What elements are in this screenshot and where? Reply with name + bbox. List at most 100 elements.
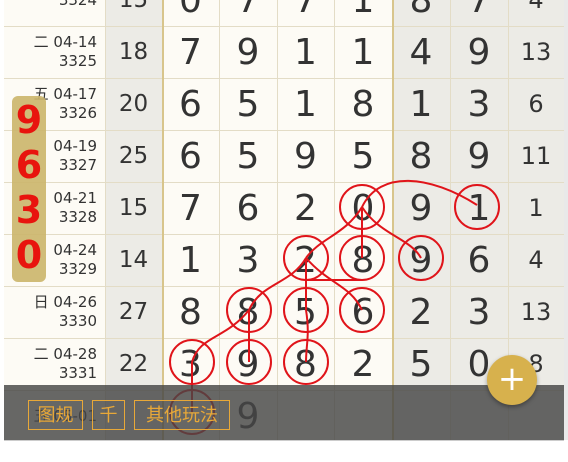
sum-cell: 22 [105, 338, 162, 390]
row-divider [4, 78, 564, 79]
number-cell: 2 [294, 239, 317, 281]
last-value-cell: 4 [508, 0, 564, 26]
number-cell: 8 [294, 343, 317, 385]
sum-cell: 25 [105, 130, 162, 182]
row-issue: 3329 [58, 260, 97, 278]
row-divider [4, 286, 564, 287]
table-row: 二 04-14 3325 18 7 9 1 1 4 9 13 [4, 26, 564, 78]
number-cell: 5 [351, 135, 375, 177]
lottery-trend-grid: 3324150771874二 04-1433251879114913五 04-1… [4, 0, 564, 440]
number-cell: 3 [236, 239, 260, 281]
number-cell: 5 [236, 135, 260, 177]
number-cell: 7 [450, 0, 508, 26]
date-cell: 日 04-26 3330 [4, 286, 105, 338]
add-fab-button[interactable]: + [487, 355, 537, 405]
last-value-cell: 13 [508, 286, 564, 338]
right-edge [564, 0, 568, 440]
number-cell: 2 [392, 286, 450, 338]
number-cell: 2 [351, 343, 375, 385]
table-row: 五 04-17 3326 20 6 5 1 8 1 3 6 [4, 78, 564, 130]
number-cell: 0 [351, 187, 375, 229]
row-date: 二 04-28 [33, 345, 97, 363]
number-cell: 7 [294, 0, 317, 21]
row-issue: 3330 [58, 312, 97, 330]
number-cell: 7 [179, 31, 202, 73]
number-cell: 6 [450, 234, 508, 286]
date-cell: 二 04-28 3331 [4, 338, 105, 390]
row-divider [4, 182, 564, 183]
row-date: 日 04-26 [33, 293, 97, 311]
number-cell: 4 [392, 26, 450, 78]
number-cell: 6 [236, 187, 260, 229]
side-digit-2: 6 [15, 143, 43, 187]
column-divider-gold [392, 0, 394, 440]
row-issue: 3327 [58, 156, 97, 174]
column-divider [450, 0, 451, 440]
row-date: 04-24 [53, 241, 97, 259]
number-cell: 9 [392, 182, 450, 234]
table-row: 日 04-26 3330 27 8 8 5 6 2 3 13 [4, 286, 564, 338]
column-divider-gold [162, 0, 164, 440]
table-row: 二 04-28 3331 22 3 9 8 2 5 0 8 [4, 338, 564, 390]
row-issue: 3326 [58, 104, 97, 122]
sum-cell: 20 [105, 78, 162, 130]
row-date: 04-19 [53, 137, 97, 155]
thousand-button[interactable]: 千 [92, 400, 125, 430]
sum-cell: 15 [105, 182, 162, 234]
column-divider [277, 0, 278, 440]
number-cell: 8 [351, 239, 375, 281]
bottom-toolbar: 图规 千 其他玩法 [4, 385, 564, 440]
number-cell: 1 [179, 239, 202, 281]
number-cell: 8 [392, 0, 450, 26]
last-value-cell: 1 [508, 182, 564, 234]
number-cell: 3 [450, 78, 508, 130]
number-cell: 7 [179, 187, 202, 229]
number-cell: 5 [294, 291, 317, 333]
last-value-cell: 13 [508, 26, 564, 78]
number-cell: 8 [179, 291, 202, 333]
number-cell: 0 [179, 0, 202, 21]
table-row: 04-21 3328 15 7 6 2 0 9 1 1 [4, 182, 564, 234]
last-value-cell: 6 [508, 78, 564, 130]
row-divider [4, 338, 564, 339]
number-cell: 6 [179, 135, 202, 177]
number-cell: 1 [351, 31, 375, 73]
row-issue: 3325 [58, 52, 97, 70]
side-digit-3: 3 [15, 188, 43, 232]
row-divider [4, 130, 564, 131]
row-divider [4, 26, 564, 27]
column-divider [334, 0, 335, 440]
column-divider [105, 0, 106, 440]
number-cell: 5 [392, 338, 450, 390]
number-cell: 3 [450, 286, 508, 338]
sum-cell: 14 [105, 234, 162, 286]
number-cell: 9 [294, 135, 317, 177]
number-cell: 1 [392, 78, 450, 130]
last-value-cell: 4 [508, 234, 564, 286]
side-digit-1: 9 [15, 98, 43, 142]
side-digit-4: 0 [15, 233, 43, 277]
number-cell: 9 [450, 26, 508, 78]
table-row: 04-19 3327 25 6 5 9 5 8 9 11 [4, 130, 564, 182]
table-row: 3324150771874 [4, 0, 564, 26]
row-date: 二 04-14 [33, 33, 97, 51]
number-cell: 9 [236, 31, 260, 73]
row-issue: 3324 [59, 0, 97, 10]
number-cell: 8 [351, 83, 375, 125]
number-cell: 3 [179, 343, 202, 385]
rules-button[interactable]: 图规 [28, 400, 83, 430]
row-divider [4, 234, 564, 235]
column-divider [219, 0, 220, 440]
number-cell: 6 [179, 83, 202, 125]
number-cell: 9 [236, 343, 260, 385]
number-cell: 1 [294, 31, 317, 73]
table-row: 04-24 3329 14 1 3 2 8 9 6 4 [4, 234, 564, 286]
number-cell: 9 [392, 234, 450, 286]
other-play-button[interactable]: 其他玩法 [134, 400, 230, 430]
sum-cell: 15 [105, 0, 162, 26]
number-cell: 1 [450, 182, 508, 234]
number-cell: 2 [294, 187, 317, 229]
number-cell: 6 [351, 291, 375, 333]
sum-cell: 27 [105, 286, 162, 338]
date-cell: 二 04-14 3325 [4, 26, 105, 78]
